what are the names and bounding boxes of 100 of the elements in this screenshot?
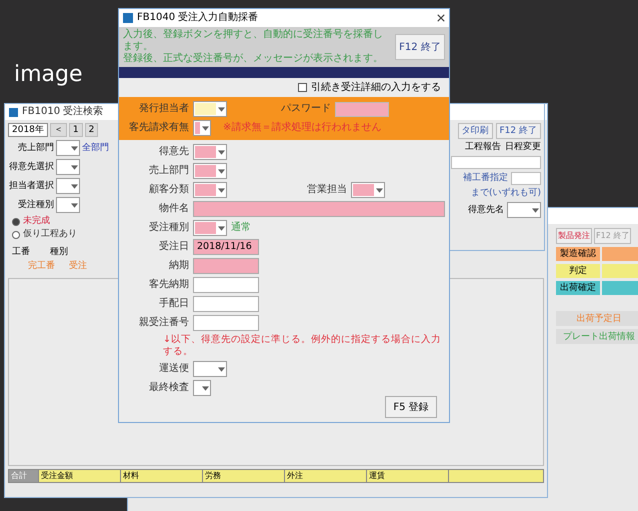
radio-label: 仮り工程あり	[23, 229, 77, 240]
text-field[interactable]	[193, 258, 259, 274]
filter-dropdown[interactable]	[56, 140, 80, 156]
menu-item[interactable]: 日程変更	[505, 142, 541, 153]
close-icon[interactable]	[437, 14, 445, 22]
total-cell: 運賃	[367, 470, 449, 482]
tab[interactable]: 1	[68, 123, 83, 137]
field-label: 納期	[168, 260, 189, 272]
radio-button[interactable]	[12, 230, 20, 238]
field-label: 売上部門	[148, 165, 189, 177]
column-header: 工番	[12, 247, 30, 258]
caret-icon	[202, 126, 209, 130]
list-cell: 完工番	[28, 261, 55, 272]
caret-icon	[218, 366, 225, 372]
toolbar-button[interactable]: 製品発注	[556, 228, 592, 244]
info-text: 入力後、登録ボタンを押すと、自動的に受注番号を採番します。	[123, 29, 384, 52]
customer-label: 得意先名	[468, 204, 504, 216]
checkbox[interactable]	[298, 83, 307, 92]
filter-dropdown[interactable]	[56, 159, 80, 175]
field-label: 物件名	[158, 203, 189, 215]
caret-icon	[71, 146, 78, 150]
app-icon	[123, 13, 133, 23]
total-cell: 労務	[203, 470, 285, 482]
range-label: 補工番指定	[463, 173, 508, 184]
total-cell: 材料	[121, 470, 203, 482]
field-label: 手配日	[158, 298, 189, 310]
field-label: 営業担当	[307, 184, 347, 196]
list-cell: 受注	[69, 261, 87, 272]
field-label: 客先納期	[148, 279, 189, 291]
app-icon	[9, 108, 18, 116]
instruction-text: ↓以下、得意先の設定に準じる。例外的に指定する場合に入力する。	[162, 334, 442, 358]
caret-icon	[218, 150, 225, 154]
checkbox-label: 引続き受注詳細の入力をする	[311, 82, 441, 94]
text-field[interactable]	[193, 315, 259, 331]
filter-dropdown[interactable]	[56, 178, 80, 194]
text-field[interactable]	[451, 156, 541, 169]
filter-label: 受注種別	[17, 200, 54, 210]
text-field[interactable]	[193, 201, 445, 217]
dropdown[interactable]	[193, 220, 227, 236]
dropdown[interactable]	[193, 361, 227, 377]
radio-label: 未完成	[23, 216, 50, 227]
menu-item[interactable]: 工程報告	[465, 142, 501, 153]
caption: image	[14, 61, 83, 89]
field-label: 客先請求有無	[128, 122, 189, 134]
total-header: 合計	[9, 470, 39, 482]
caret-icon	[71, 202, 78, 208]
dropdown[interactable]	[351, 182, 385, 198]
caret-icon	[218, 226, 225, 230]
text-field[interactable]: 2018/11/16	[193, 239, 259, 255]
register-button[interactable]: F5 登録	[385, 396, 437, 418]
toolbar-button[interactable]: タ印刷	[458, 123, 492, 139]
caret-icon	[71, 164, 78, 170]
field-label: 運送便	[158, 363, 189, 375]
field-label: 最終検査	[148, 382, 189, 394]
window-title: FB1010 受注検索	[22, 106, 104, 118]
dropdown[interactable]	[193, 163, 227, 179]
filter-label: 得意先選択	[8, 162, 54, 172]
password-field[interactable]	[335, 102, 389, 116]
dropdown[interactable]	[193, 101, 227, 117]
filter-label: 担当者選択	[8, 180, 54, 192]
customer-dropdown[interactable]	[507, 202, 541, 218]
text-field[interactable]	[193, 277, 259, 293]
type-note: 通常	[231, 222, 251, 234]
legend-swatch	[602, 247, 638, 261]
radio-button[interactable]	[12, 218, 20, 226]
legend-label: 判定	[556, 264, 600, 278]
text-field[interactable]	[511, 172, 541, 185]
field-label: 親受注番号	[138, 317, 189, 329]
field-label: パスワード	[281, 103, 331, 115]
filter-note: 全部門	[82, 142, 109, 154]
range-note: まで(いずれも可)	[470, 188, 541, 199]
tab[interactable]: 2	[84, 123, 98, 137]
caret-icon	[532, 208, 539, 212]
tab[interactable]: 2018年	[8, 123, 48, 137]
dropdown[interactable]	[193, 144, 227, 160]
filter-dropdown[interactable]	[56, 197, 80, 213]
field-label: 得意先	[158, 146, 189, 158]
text-field[interactable]	[193, 296, 259, 312]
dropdown[interactable]	[193, 120, 211, 136]
caret-icon	[71, 184, 78, 188]
field-label: 発行担当者	[138, 103, 189, 115]
caret-icon	[202, 386, 209, 390]
caret-icon	[218, 168, 225, 174]
caret-icon	[218, 188, 225, 192]
legend-swatch	[602, 281, 638, 295]
info-text: 登録後、正式な受注番号が、メッセージが表示されます。	[123, 53, 384, 65]
filter-label: 売上部門	[17, 142, 54, 154]
caret-icon	[218, 106, 225, 112]
caret-icon	[376, 188, 383, 192]
toolbar-button[interactable]: F12 終了	[496, 123, 541, 139]
column-header: 種別	[50, 247, 68, 258]
window-title: FB1040 受注入力自動採番	[137, 12, 260, 24]
tab[interactable]: ＜	[50, 123, 67, 137]
close-button[interactable]: F12 終了	[395, 34, 445, 60]
field-label: 受注日	[158, 241, 189, 253]
field-label: 顧客分類	[148, 184, 189, 196]
total-cell: 外注	[285, 470, 367, 482]
legend-swatch	[602, 264, 638, 278]
dropdown[interactable]	[193, 182, 227, 198]
dropdown[interactable]	[193, 380, 211, 396]
